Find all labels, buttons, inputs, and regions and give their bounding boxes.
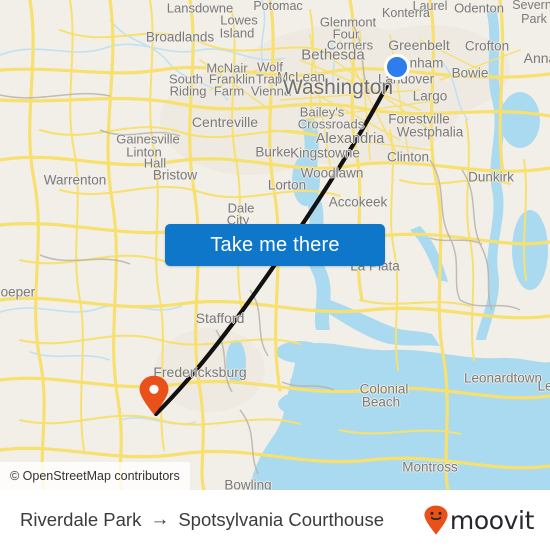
footer-bar: Riverdale Park → Spotsylvania Courthouse… <box>0 490 550 550</box>
map-attribution[interactable]: © OpenStreetMap contributors <box>0 462 190 490</box>
map-pin-icon <box>139 375 169 415</box>
origin-dot-marker[interactable] <box>384 54 410 80</box>
moovit-logo[interactable]: moovit <box>423 505 534 535</box>
trip-destination-label: Spotsylvania Courthouse <box>178 509 385 530</box>
moovit-wordmark: moovit <box>449 505 534 535</box>
moovit-pin-icon <box>424 505 448 535</box>
take-me-there-button[interactable]: Take me there <box>165 224 385 266</box>
take-me-there-label: Take me there <box>210 233 340 256</box>
trip-title: Riverdale Park → Spotsylvania Courthouse <box>20 509 384 531</box>
attribution-text: © OpenStreetMap contributors <box>10 469 180 483</box>
destination-pin-marker[interactable] <box>138 375 170 415</box>
moovit-trip-card: Lansdowne Potomac Laurel Odenton Severn Park K… <box>0 0 550 550</box>
trip-origin-label: Riverdale Park <box>20 509 142 530</box>
arrow-right-icon: → <box>150 509 170 530</box>
